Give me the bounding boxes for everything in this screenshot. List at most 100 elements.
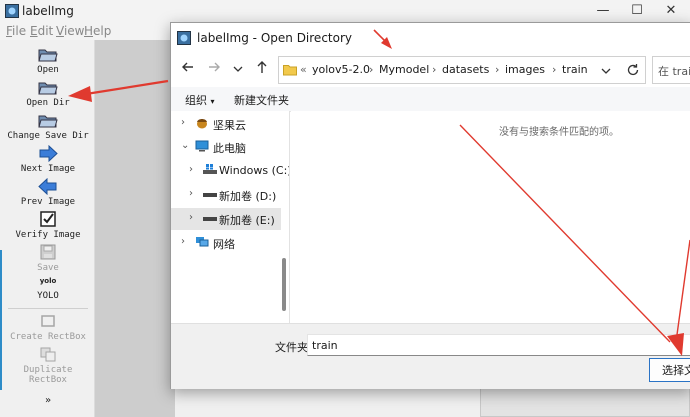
tree-item-label: 新加卷 (D:) bbox=[219, 190, 277, 203]
labelimg-app-icon bbox=[177, 31, 191, 45]
folder-icon bbox=[283, 65, 297, 76]
tool-sidebar: Open Open Dir Change Save Dir Next Image… bbox=[2, 40, 95, 417]
arrow-left-icon bbox=[38, 178, 57, 195]
chevron-right-icon[interactable]: › bbox=[181, 236, 185, 247]
main-window-title: labelImg bbox=[22, 4, 74, 18]
drive-icon bbox=[203, 217, 217, 221]
change-save-dir-button[interactable]: Change Save Dir bbox=[2, 112, 94, 141]
select-folder-button[interactable]: 选择文 bbox=[649, 358, 690, 382]
command-bar: 组织 ▾ 新建文件夹 bbox=[171, 87, 690, 112]
menu-view[interactable]: View bbox=[56, 24, 84, 38]
tree-item-this-pc[interactable]: ⌄ 此电脑 bbox=[171, 136, 281, 158]
yolo-format-icon: yolo bbox=[39, 277, 57, 285]
breadcrumb-item[interactable]: Mymodel bbox=[379, 63, 429, 76]
duplicate-icon bbox=[40, 347, 56, 362]
tree-item-network[interactable]: › 网络 bbox=[171, 232, 281, 254]
navigation-tree: › 坚果云 ⌄ 此电脑 › Windows (C:) › 新加卷 (D:) › … bbox=[171, 111, 290, 323]
open-directory-dialog: labelImg - Open Directory « yolov5-2.0 ›… bbox=[170, 22, 690, 389]
refresh-icon[interactable] bbox=[626, 63, 640, 77]
up-folder-button[interactable] bbox=[251, 59, 273, 81]
breadcrumb-separator-icon: › bbox=[495, 63, 500, 76]
back-button[interactable] bbox=[177, 59, 199, 81]
tree-item-label: 坚果云 bbox=[213, 119, 246, 132]
breadcrumb-item[interactable]: yolov5-2.0 bbox=[312, 63, 370, 76]
address-bar[interactable]: « yolov5-2.0 › Mymodel › datasets › imag… bbox=[278, 56, 646, 84]
empty-results-message: 没有与搜索条件匹配的项。 bbox=[499, 127, 619, 138]
maximize-button[interactable]: ☐ bbox=[622, 2, 652, 20]
main-titlebar: labelImg — ☐ ✕ bbox=[0, 0, 690, 22]
create-rectbox-button[interactable]: Create RectBox bbox=[2, 313, 94, 342]
chevron-right-icon[interactable]: › bbox=[189, 164, 193, 175]
close-button[interactable]: ✕ bbox=[656, 2, 686, 20]
forward-button[interactable] bbox=[203, 59, 225, 81]
arrow-up-icon bbox=[257, 61, 267, 73]
dialog-navbar: « yolov5-2.0 › Mymodel › datasets › imag… bbox=[171, 53, 690, 87]
rect-box-icon bbox=[41, 315, 55, 327]
prev-image-button[interactable]: Prev Image bbox=[2, 178, 94, 207]
checkbox-icon bbox=[40, 211, 56, 227]
minimize-button[interactable]: — bbox=[588, 2, 618, 20]
drive-icon bbox=[203, 193, 217, 197]
arrow-right-icon bbox=[209, 62, 220, 72]
dialog-titlebar: labelImg - Open Directory bbox=[171, 23, 690, 53]
tree-item-label: Windows (C:) bbox=[219, 164, 290, 177]
bottom-panel bbox=[480, 387, 690, 417]
chevron-right-icon[interactable]: › bbox=[189, 212, 193, 223]
chevron-right-icon[interactable]: › bbox=[181, 117, 185, 128]
folder-open-icon bbox=[38, 82, 58, 95]
dialog-title: labelImg - Open Directory bbox=[197, 31, 352, 45]
menu-edit[interactable]: Edit bbox=[30, 24, 53, 38]
arrow-right-icon bbox=[39, 145, 58, 162]
file-list[interactable] bbox=[291, 111, 690, 323]
menu-file[interactable]: File bbox=[6, 24, 26, 38]
computer-icon bbox=[195, 140, 209, 152]
more-tools-chevron[interactable]: » bbox=[2, 395, 94, 406]
windows-drive-icon bbox=[203, 164, 217, 174]
next-image-button[interactable]: Next Image bbox=[2, 145, 94, 174]
arrow-left-icon bbox=[182, 62, 193, 72]
tree-item-drive-e[interactable]: › 新加卷 (E:) bbox=[171, 208, 281, 230]
tree-item-label: 新加卷 (E:) bbox=[219, 214, 275, 227]
nutstore-icon bbox=[197, 119, 207, 129]
breadcrumb-separator-icon: › bbox=[369, 63, 374, 76]
tree-item-label: 此电脑 bbox=[213, 142, 246, 155]
open-button[interactable]: Open bbox=[2, 46, 94, 75]
breadcrumb-overflow[interactable]: « bbox=[300, 63, 307, 76]
chevron-right-icon[interactable]: › bbox=[189, 188, 193, 199]
tree-item-drive-d[interactable]: › 新加卷 (D:) bbox=[171, 184, 281, 206]
chevron-down-icon[interactable]: ⌄ bbox=[181, 140, 189, 151]
chevron-down-icon bbox=[233, 66, 243, 72]
breadcrumb-item[interactable]: images bbox=[505, 63, 545, 76]
duplicate-rectbox-button[interactable]: Duplicate RectBox bbox=[2, 346, 94, 385]
verify-image-button[interactable]: Verify Image bbox=[2, 211, 94, 240]
menubar: File Edit View Help bbox=[0, 22, 170, 40]
save-button[interactable]: Save bbox=[2, 244, 94, 273]
new-folder-button[interactable]: 新建文件夹 bbox=[234, 92, 289, 108]
network-icon bbox=[196, 237, 209, 247]
menu-help[interactable]: Help bbox=[84, 24, 111, 38]
tree-item-drive-c[interactable]: › Windows (C:) bbox=[171, 160, 289, 182]
tree-scrollbar-thumb[interactable] bbox=[282, 258, 286, 311]
folder-open-icon bbox=[38, 49, 58, 62]
organize-button[interactable]: 组织 ▾ bbox=[185, 92, 215, 108]
toolbar-separator bbox=[8, 308, 88, 309]
labelimg-app-icon bbox=[5, 4, 19, 18]
search-input[interactable]: 在 train bbox=[652, 56, 690, 84]
open-dir-button[interactable]: Open Dir bbox=[2, 79, 94, 108]
breadcrumb-separator-icon: › bbox=[432, 63, 437, 76]
tree-item-label: 网络 bbox=[213, 238, 235, 251]
tree-item-nutstore[interactable]: › 坚果云 bbox=[171, 113, 281, 135]
breadcrumb-item[interactable]: datasets bbox=[442, 63, 489, 76]
chevron-down-icon[interactable] bbox=[601, 67, 611, 75]
chevron-down-icon: ▾ bbox=[210, 97, 215, 106]
folder-open-icon bbox=[38, 115, 58, 128]
recent-locations-button[interactable] bbox=[227, 59, 249, 81]
breadcrumb-separator-icon: › bbox=[552, 63, 557, 76]
yolo-format-button[interactable]: yolo YOLO bbox=[2, 277, 94, 301]
folder-name-input[interactable] bbox=[307, 334, 690, 356]
floppy-disk-icon bbox=[40, 244, 56, 260]
search-placeholder: 在 train bbox=[658, 65, 690, 78]
breadcrumb-item[interactable]: train bbox=[562, 63, 588, 76]
image-canvas[interactable] bbox=[95, 40, 175, 417]
dialog-footer: 文件夹: 选择文 bbox=[171, 323, 690, 389]
